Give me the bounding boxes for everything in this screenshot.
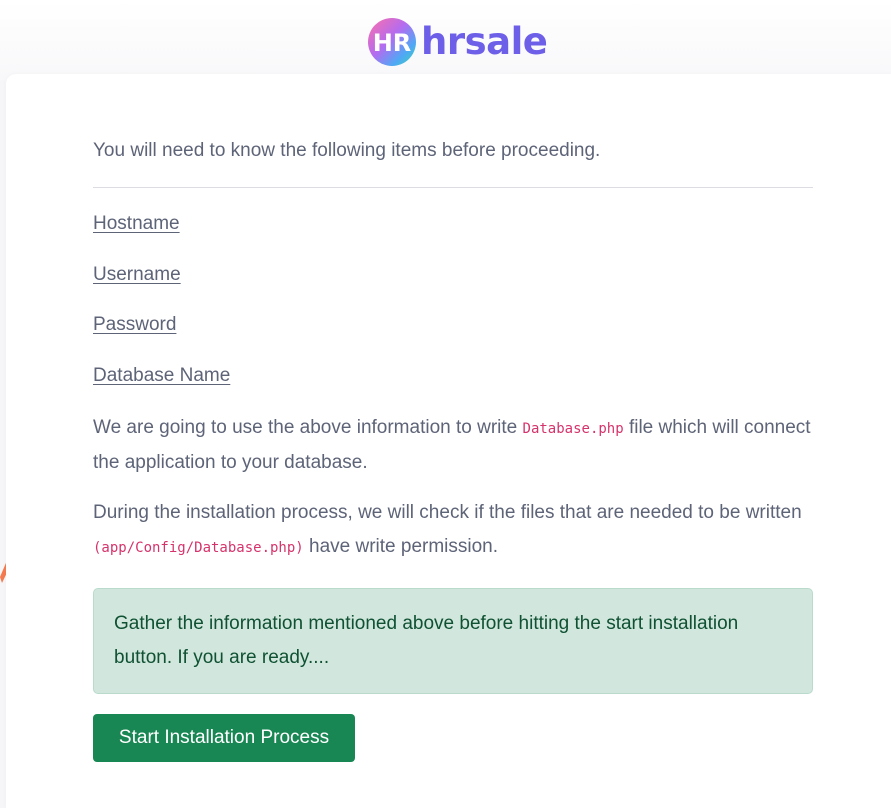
installer-card: You will need to know the following item… [6,74,891,808]
brand-name: hrsale [421,20,548,63]
requirement-password[interactable]: Password [93,314,176,336]
requirement-hostname[interactable]: Hostname [93,213,180,235]
config-path-code: (app/Config/Database.php) [93,540,304,556]
permission-info-paragraph: During the installation process, we will… [93,496,813,565]
requirement-username[interactable]: Username [93,264,181,286]
paragraph2-after: have write permission. [303,536,499,557]
requirement-database-name[interactable]: Database Name [93,365,230,387]
paragraph1-before: We are going to use the above informatio… [93,417,523,438]
svg-text:HR: HR [373,29,412,57]
divider [93,187,813,188]
intro-text: You will need to know the following item… [93,140,601,161]
info-alert: Gather the information mentioned above b… [93,588,813,694]
hr-logo-icon: HR [368,18,416,66]
database-file-code: Database.php [522,421,624,437]
start-installation-button[interactable]: Start Installation Process [93,714,355,762]
alert-text: Gather the information mentioned above b… [114,613,739,668]
brand-logo[interactable]: HR hrsale [367,16,548,68]
top-bar: HR hrsale [0,0,891,80]
database-info-paragraph: We are going to use the above informatio… [93,411,813,480]
paragraph2-before: During the installation process, we will… [93,502,802,523]
